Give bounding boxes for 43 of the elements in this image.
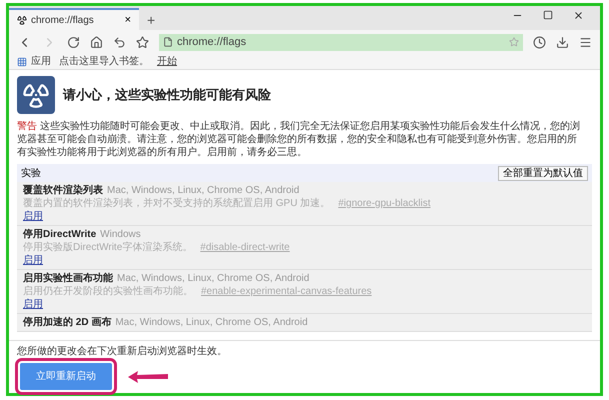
new-tab-button[interactable]: + xyxy=(139,10,164,30)
browser-tab[interactable]: chrome://flags × xyxy=(9,8,139,30)
experiment-platforms: Mac, Windows, Linux, Chrome OS, Android xyxy=(107,184,300,197)
experiment-platforms: Windows xyxy=(100,228,141,241)
download-icon[interactable] xyxy=(556,36,569,48)
tab-close-button[interactable]: × xyxy=(124,14,131,26)
home-icon[interactable] xyxy=(90,36,103,48)
experiment-platforms: Mac, Windows, Linux, Chrome OS, Android xyxy=(117,272,310,285)
apps-link[interactable]: 应用 xyxy=(31,54,51,69)
start-link[interactable]: 开始 xyxy=(157,54,177,69)
experiment-title: 覆盖软件渲染列表 xyxy=(23,184,103,197)
experiment-description: 启用仍在开发阶段的实验性画布功能。 xyxy=(23,285,193,298)
reload-icon[interactable] xyxy=(67,36,80,48)
experiment-title: 停用DirectWrite xyxy=(23,228,96,241)
enable-link[interactable]: 启用 xyxy=(23,298,43,311)
undo-icon[interactable] xyxy=(113,36,126,48)
page-icon xyxy=(163,37,173,47)
enable-link[interactable]: 启用 xyxy=(23,210,43,223)
bookmark-star-icon[interactable] xyxy=(509,37,519,47)
radiation-logo-icon xyxy=(17,76,55,114)
tab-title: chrome://flags xyxy=(31,14,95,28)
enable-link[interactable]: 启用 xyxy=(23,254,43,267)
maximize-icon[interactable] xyxy=(543,10,553,20)
experiments-heading: 实验 xyxy=(21,166,41,180)
address-bar[interactable]: chrome://flags xyxy=(159,34,523,50)
menu-icon[interactable] xyxy=(579,36,592,48)
close-icon[interactable] xyxy=(573,10,584,21)
experiment-title: 停用加速的 2D 画布 xyxy=(23,316,112,329)
warning-text: 警告 这些实验性功能随时可能会更改、中止或取消。因此，我们完全无法保证您启用某项实验性功能后会发生什么情况，您的浏览器甚至可能会自动崩溃。请注意，您的浏览器可能会删除您的所有数据，您的安全和隐私也有可能受到意外伤害。您启用的所有实验性功能将用于此浏览器的所有用户。启用前，请务必三思。 xyxy=(17,120,581,159)
pointing-arrow-icon xyxy=(128,370,168,384)
reset-all-button[interactable]: 全部重置为默认值 xyxy=(498,166,588,180)
experiment-description: 停用实验版DirectWrite字体渲染系统。 xyxy=(23,241,192,254)
apps-grid-icon[interactable] xyxy=(17,56,27,66)
experiment-title: 启用实验性画布功能 xyxy=(23,272,113,285)
address-text: chrome://flags xyxy=(177,34,248,50)
history-icon[interactable] xyxy=(533,36,546,48)
relaunch-notice: 您所做的更改会在下次重新启动浏览器时生效。 xyxy=(17,344,228,359)
radiation-icon xyxy=(17,15,27,25)
experiment-platforms: Mac, Windows, Linux, Chrome OS, Android xyxy=(115,316,308,329)
warning-title: 请小心，这些实验性功能可能有风险 xyxy=(63,86,271,104)
star-icon[interactable] xyxy=(136,36,149,48)
experiment-description: 覆盖内置的软件渲染列表，并对不受支持的系统配置启用 GPU 加速。 xyxy=(23,197,330,210)
import-bookmarks-hint: 点击这里导入书签。 xyxy=(59,54,149,69)
